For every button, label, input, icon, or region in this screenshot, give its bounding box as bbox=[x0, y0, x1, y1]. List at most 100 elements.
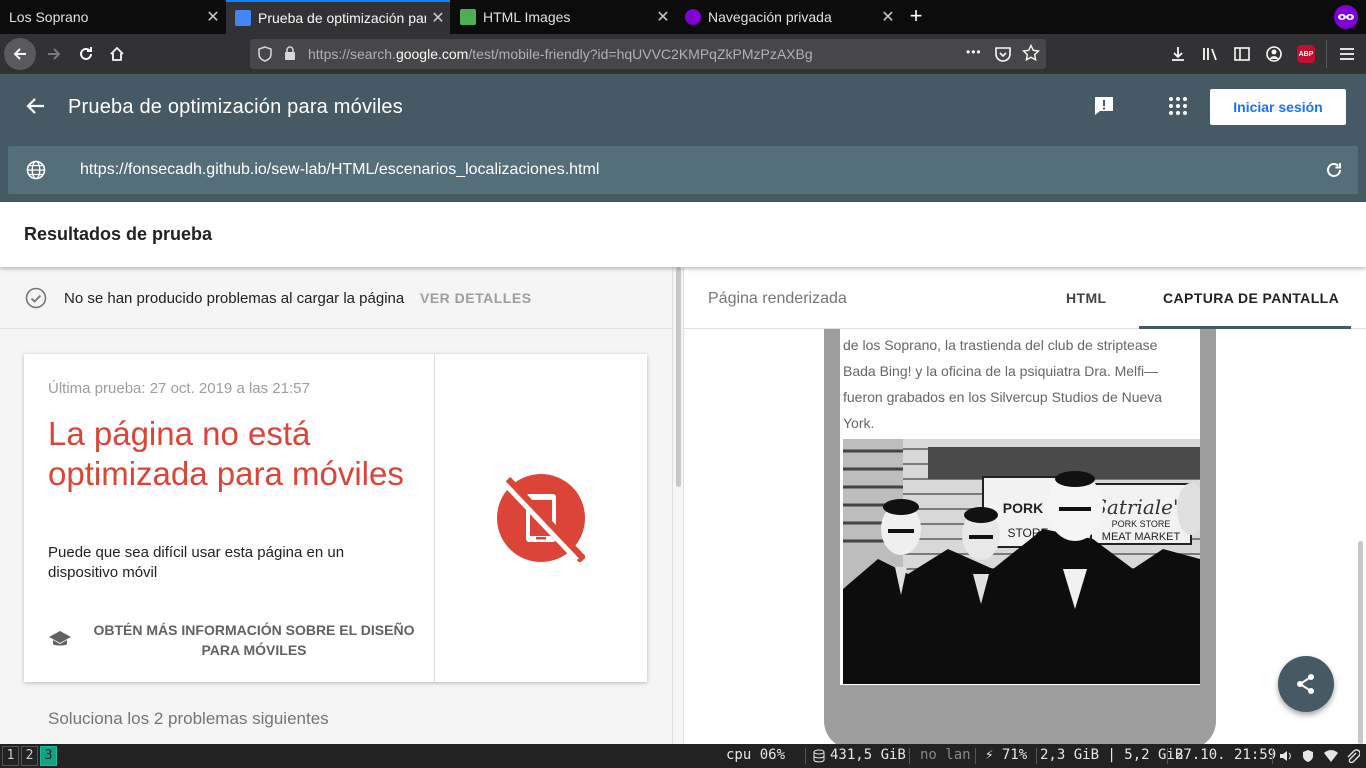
google-favicon-icon bbox=[235, 10, 251, 26]
browser-tab-los-soprano[interactable]: Los Soprano ✕ bbox=[0, 0, 225, 34]
abp-badge: ABP bbox=[1297, 45, 1315, 63]
pocket-icon[interactable] bbox=[994, 45, 1012, 68]
taskbar-separator bbox=[1272, 748, 1273, 764]
reload-button[interactable] bbox=[70, 38, 102, 70]
new-tab-button[interactable]: + bbox=[904, 4, 928, 30]
lock-icon[interactable] bbox=[284, 46, 296, 66]
browser-tab-html-images[interactable]: HTML Images ✕ bbox=[451, 0, 675, 34]
downloads-icon[interactable] bbox=[1162, 38, 1194, 70]
adblock-plus-icon[interactable]: ABP bbox=[1290, 38, 1322, 70]
battery-level: ⚡ 71% bbox=[985, 747, 1028, 763]
cpu-usage: cpu 06% bbox=[726, 747, 786, 763]
share-icon bbox=[1297, 674, 1314, 694]
memory-usage: 2,3 GiB | 5,2 GiB bbox=[1040, 747, 1184, 763]
home-button[interactable] bbox=[101, 38, 133, 70]
browser-tab-mobile-test[interactable]: Prueba de optimización para ✕ bbox=[226, 0, 450, 34]
rendered-page-label: Página renderizada bbox=[708, 290, 847, 307]
last-test-timestamp: Última prueba: 27 oct. 2019 a las 21:57 bbox=[48, 380, 310, 397]
graduation-cap-icon bbox=[48, 629, 72, 654]
bookmark-star-icon[interactable] bbox=[1021, 43, 1041, 67]
sign-in-button[interactable]: Iniciar sesión bbox=[1210, 89, 1346, 125]
phone-screenshot: de los Soprano, la trastienda del club d… bbox=[840, 329, 1200, 685]
library-icon[interactable] bbox=[1194, 38, 1226, 70]
workspace-3[interactable]: 3 bbox=[40, 746, 57, 766]
tab-screenshot[interactable]: CAPTURA DE PANTALLA bbox=[1163, 290, 1339, 306]
sign-meat-market: MEAT MARKET bbox=[1102, 531, 1181, 543]
preview-scrollbar[interactable] bbox=[1356, 329, 1366, 744]
sign-pork-store: PORK STORE bbox=[1112, 519, 1171, 529]
tab-html[interactable]: HTML bbox=[1066, 290, 1106, 306]
back-arrow-icon[interactable] bbox=[24, 94, 48, 123]
shield-icon[interactable] bbox=[258, 46, 272, 67]
close-icon[interactable]: ✕ bbox=[876, 7, 900, 27]
workspace-1[interactable]: 1 bbox=[2, 746, 19, 766]
feedback-icon[interactable] bbox=[1093, 95, 1115, 122]
taskbar-separator bbox=[805, 748, 806, 764]
network-status: no lan bbox=[920, 747, 971, 763]
globe-icon bbox=[26, 160, 46, 185]
rendered-page-text: de los Soprano, la trastienda del club d… bbox=[843, 337, 1163, 431]
address-bar[interactable]: https://search.google.com/test/mobile-fr… bbox=[250, 39, 1046, 69]
view-details-button[interactable]: VER DETALLES bbox=[420, 290, 532, 306]
url-text[interactable]: https://search.google.com/test/mobile-fr… bbox=[308, 46, 813, 62]
left-scroll-thumb[interactable] bbox=[676, 267, 681, 487]
url-domain: google.com bbox=[395, 46, 469, 62]
forward-button[interactable] bbox=[38, 38, 70, 70]
url-path: /test/mobile-friendly?id=hqUVVC2KMPqZkPM… bbox=[468, 46, 813, 62]
taskbar-separator bbox=[909, 748, 910, 764]
learn-more-link[interactable]: OBTÉN MÁS INFORMACIÓN SOBRE EL DISEÑO PA… bbox=[84, 620, 424, 660]
volume-icon[interactable] bbox=[1279, 749, 1293, 767]
close-icon[interactable]: ✕ bbox=[651, 7, 675, 27]
app-header: Prueba de optimización para móviles Inic… bbox=[0, 74, 1366, 202]
page-load-status-row: No se han producido problemas al cargar … bbox=[0, 267, 672, 329]
phone-frame: de los Soprano, la trastienda del club d… bbox=[824, 329, 1216, 744]
result-subline: Puede que sea difícil usar esta página e… bbox=[48, 544, 345, 581]
page-title: Prueba de optimización para móviles bbox=[68, 96, 403, 118]
fix-issues-label: Soluciona los 2 problemas siguientes bbox=[48, 709, 329, 728]
taskbar-separator bbox=[1167, 748, 1168, 764]
close-icon[interactable]: ✕ bbox=[426, 8, 450, 28]
results-left-pane: No se han producido problemas al cargar … bbox=[0, 267, 672, 744]
account-icon[interactable] bbox=[1258, 38, 1290, 70]
check-circle-icon bbox=[25, 287, 47, 314]
browser-tab-strip: Los Soprano ✕ Prueba de optimización par… bbox=[0, 0, 1366, 34]
toolbar-divider bbox=[1326, 40, 1327, 68]
retest-refresh-icon[interactable] bbox=[1324, 160, 1344, 185]
pane-divider-scrollbar[interactable] bbox=[672, 267, 684, 744]
workspace-2[interactable]: 2 bbox=[21, 746, 38, 766]
preview-tabs: Página renderizada HTML CAPTURA DE PANTA… bbox=[684, 267, 1366, 329]
tested-url-bar[interactable]: https://fonsecadh.github.io/sew-lab/HTML… bbox=[8, 146, 1358, 194]
hamburger-menu-icon[interactable] bbox=[1331, 38, 1363, 70]
browser-tab-private[interactable]: Navegación privada ✕ bbox=[676, 0, 900, 34]
private-mask-icon bbox=[685, 9, 701, 25]
tested-url-text[interactable]: https://fonsecadh.github.io/sew-lab/HTML… bbox=[80, 161, 599, 179]
not-mobile-friendly-icon bbox=[497, 474, 587, 567]
system-taskbar: 1 2 3 cpu 06% 431,5 GiB no lan ⚡ 71% 2,3… bbox=[0, 744, 1366, 768]
tab-title: HTML Images bbox=[483, 9, 571, 25]
close-icon[interactable]: ✕ bbox=[201, 7, 225, 27]
clock: 27.10. 21:59 bbox=[1175, 747, 1277, 763]
sign-pork: PORK bbox=[1003, 500, 1043, 516]
paperclip-icon[interactable] bbox=[1346, 749, 1361, 767]
apps-grid-icon[interactable] bbox=[1168, 96, 1188, 121]
sidebar-icon[interactable] bbox=[1226, 38, 1258, 70]
share-button[interactable] bbox=[1278, 656, 1334, 712]
wifi-icon[interactable] bbox=[1324, 749, 1338, 767]
taskbar-separator bbox=[1036, 748, 1037, 764]
preview-scroll-thumb[interactable] bbox=[1358, 541, 1363, 744]
results-heading: Resultados de prueba bbox=[24, 224, 213, 244]
result-card-text-panel: Última prueba: 27 oct. 2019 a las 21:57 … bbox=[24, 354, 435, 682]
tab-title: Navegación privada bbox=[708, 9, 832, 25]
disk-icon bbox=[813, 749, 825, 767]
results-header: Resultados de prueba bbox=[0, 202, 1366, 267]
load-status-text: No se han producido problemas al cargar … bbox=[64, 290, 405, 307]
private-browsing-icon bbox=[1334, 5, 1358, 29]
back-button[interactable] bbox=[4, 38, 36, 70]
tab-title: Prueba de optimización para bbox=[258, 10, 426, 26]
page-actions-menu-icon[interactable]: ••• bbox=[966, 45, 982, 59]
taskbar-separator bbox=[975, 748, 976, 764]
w3schools-favicon-icon bbox=[460, 9, 476, 25]
result-card: Última prueba: 27 oct. 2019 a las 21:57 … bbox=[24, 354, 647, 682]
url-prefix: https://search. bbox=[308, 46, 396, 62]
shield-tray-icon[interactable] bbox=[1302, 749, 1314, 767]
